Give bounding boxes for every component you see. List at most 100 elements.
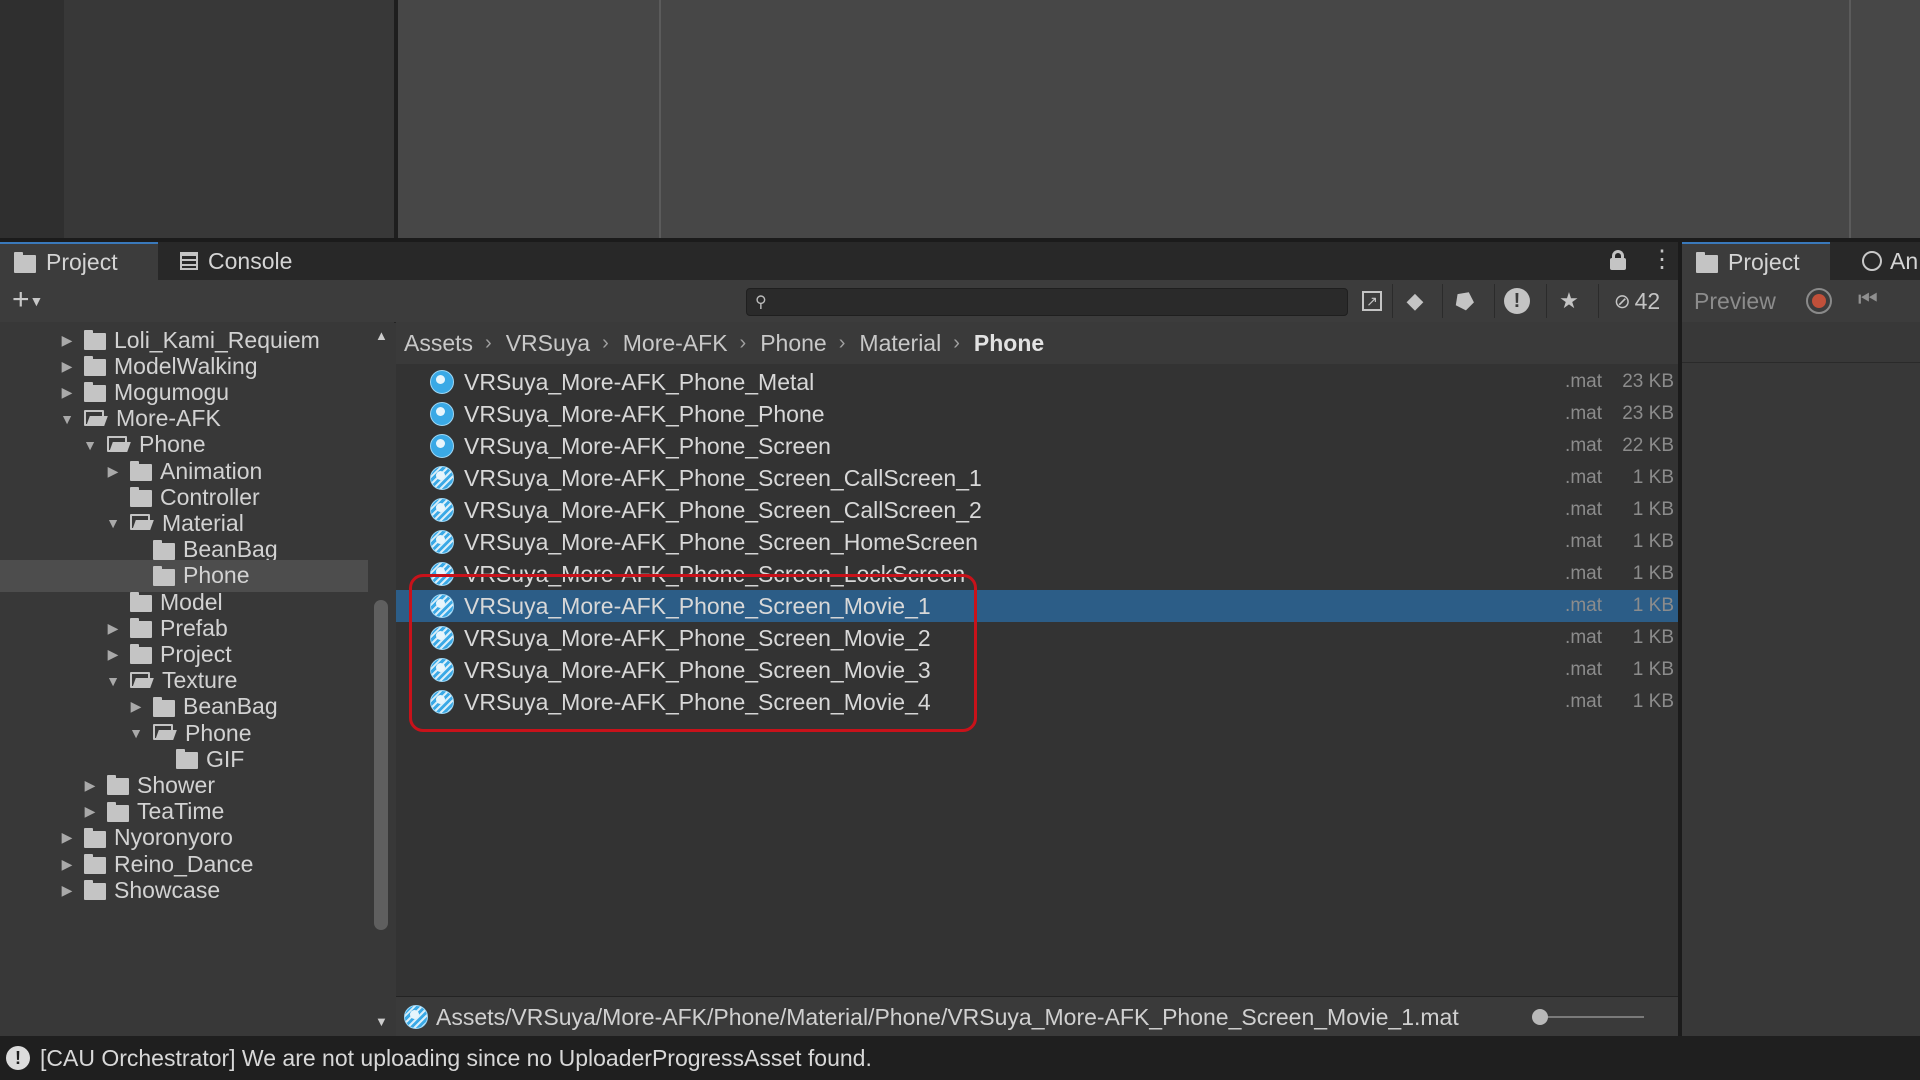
eye-slash-icon: ⊘ (1613, 290, 1631, 313)
asset-extension: .mat (1565, 563, 1602, 584)
asset-name: VRSuya_More-AFK_Phone_Screen_HomeScreen (464, 528, 978, 555)
tab-project[interactable]: Project (0, 242, 158, 280)
scroll-down-arrow-icon[interactable]: ▼ (375, 1014, 388, 1029)
scrollbar-thumb[interactable] (374, 600, 388, 930)
folder-icon (107, 775, 129, 796)
asset-extension: .mat (1565, 627, 1602, 648)
asset-size: 23 KB (1622, 371, 1674, 392)
tab-console[interactable]: Console (172, 242, 292, 280)
expand-arrow-right-icon[interactable]: ▶ (83, 777, 97, 794)
asset-row[interactable]: VRSuya_More-AFK_Phone_Screen_CallScreen_… (396, 494, 1678, 526)
asset-extension: .mat (1565, 531, 1602, 552)
asset-extension: .mat (1565, 467, 1602, 488)
log-filter-button[interactable]: ! (1494, 284, 1539, 318)
expand-arrow-down-icon[interactable]: ▼ (83, 437, 97, 453)
icon-size-slider-thumb[interactable] (1532, 1009, 1548, 1025)
breadcrumb-separator-icon: › (485, 331, 492, 354)
breadcrumb: Assets › VRSuya › More-AFK › Phone › Material › Ph… (396, 322, 1678, 364)
favorites-button[interactable]: ★ (1546, 284, 1591, 318)
asset-row[interactable]: VRSuya_More-AFK_Phone_Screen_CallScreen_… (396, 462, 1678, 494)
expand-arrow-right-icon[interactable]: ▶ (60, 358, 74, 375)
scene-gridline (659, 0, 661, 240)
breadcrumb-item[interactable]: More-AFK (623, 330, 728, 357)
breadcrumb-item[interactable]: VRSuya (506, 330, 590, 357)
expand-arrow-right-icon[interactable]: ▶ (106, 620, 120, 637)
expand-arrow-right-icon[interactable]: ▶ (83, 803, 97, 820)
asset-row[interactable]: VRSuya_More-AFK_Phone_Screen .mat 22 KB (396, 430, 1678, 462)
tab-project-secondary-label: Project (1728, 248, 1800, 275)
console-icon (180, 252, 198, 270)
asset-name: VRSuya_More-AFK_Phone_Screen_CallScreen_… (464, 464, 982, 491)
tree-item[interactable]: ▶ Showcase (0, 874, 368, 906)
kebab-menu-icon[interactable]: ⋮ (1650, 246, 1674, 274)
folder-open-icon (153, 724, 177, 742)
breadcrumb-item[interactable]: Phone (760, 330, 827, 357)
tab-animation[interactable]: An (1858, 242, 1918, 280)
asset-name: VRSuya_More-AFK_Phone_Phone (464, 400, 825, 427)
lock-icon[interactable] (1610, 250, 1626, 270)
asset-row[interactable]: VRSuya_More-AFK_Phone_Screen_HomeScreen.… (396, 526, 1678, 558)
warning-icon: ! (6, 1046, 30, 1070)
breadcrumb-item[interactable]: Phone (974, 330, 1044, 357)
expand-arrow-right-icon[interactable]: ▶ (60, 856, 74, 873)
animation-panel (1682, 322, 1920, 1036)
asset-extension: .mat (1565, 691, 1602, 712)
asset-extension: .mat (1565, 499, 1602, 520)
expand-arrow-down-icon[interactable]: ▼ (106, 515, 120, 531)
breadcrumb-separator-icon: › (602, 331, 609, 354)
folder-icon (84, 827, 106, 848)
record-icon[interactable] (1806, 288, 1832, 314)
breadcrumb-item[interactable]: Assets (404, 330, 473, 357)
scroll-up-arrow-icon[interactable]: ▲ (375, 328, 388, 343)
asset-size: 1 KB (1632, 467, 1674, 488)
status-bar[interactable]: ! [CAU Orchestrator] We are not uploadin… (0, 1036, 1920, 1080)
folder-icon (84, 880, 106, 901)
status-message: [CAU Orchestrator] We are not uploading … (40, 1045, 872, 1071)
breadcrumb-item[interactable]: Material (859, 330, 941, 357)
star-icon: ★ (1559, 288, 1579, 313)
expand-arrow-right-icon[interactable]: ▶ (60, 332, 74, 349)
expand-arrow-right-icon[interactable]: ▶ (106, 646, 120, 663)
expand-arrow-right-icon[interactable]: ▶ (106, 463, 120, 480)
shapes-icon: ◆ (1406, 288, 1424, 313)
folder-icon (1696, 251, 1718, 273)
search-by-scene-button[interactable]: ↗ (1350, 284, 1394, 318)
expand-arrow-down-icon[interactable]: ▼ (129, 725, 143, 741)
tree-scrollbar[interactable]: ▲ ▼ (370, 322, 394, 1036)
hidden-packages-button[interactable]: ⊘ 42 (1598, 284, 1675, 318)
asset-row[interactable]: VRSuya_More-AFK_Phone_Phone .mat 23 KB (396, 398, 1678, 430)
folder-icon (130, 461, 152, 481)
create-dropdown-button[interactable]: +▼ (12, 284, 56, 316)
scene-view[interactable] (398, 0, 1920, 240)
material-icon (430, 530, 454, 554)
expand-arrow-down-icon[interactable]: ▼ (60, 411, 74, 427)
hierarchy-panel (64, 0, 394, 240)
expand-arrow-right-icon[interactable]: ▶ (60, 882, 74, 899)
material-icon (430, 370, 454, 394)
search-by-label-button[interactable]: ⬟ (1442, 284, 1487, 318)
folder-open-icon (84, 409, 108, 428)
material-icon (430, 402, 454, 426)
expand-arrow-right-icon[interactable]: ▶ (129, 698, 143, 715)
preview-button[interactable]: Preview (1694, 288, 1776, 315)
expand-arrow-right-icon[interactable]: ▶ (60, 384, 74, 401)
breadcrumb-separator-icon: › (953, 331, 960, 354)
folder-tree: ▶ Loli_Kami_Requiem ▶ ModelWalking ▶ Mogumogu… (0, 322, 370, 1036)
asset-size: 1 KB (1632, 563, 1674, 584)
asset-name: VRSuya_More-AFK_Phone_Metal (464, 368, 815, 395)
expand-arrow-right-icon[interactable]: ▶ (60, 829, 74, 846)
folder-icon (107, 801, 129, 822)
search-by-type-button[interactable]: ◆ (1392, 284, 1437, 318)
folder-icon (153, 696, 175, 717)
asset-size: 1 KB (1632, 691, 1674, 712)
skip-to-start-icon[interactable]: ⏮ (1858, 286, 1878, 312)
tab-project-secondary[interactable]: Project (1682, 242, 1830, 280)
expand-arrow-down-icon[interactable]: ▼ (106, 673, 120, 689)
folder-open-icon (130, 514, 154, 532)
tab-console-label: Console (208, 247, 293, 274)
search-input[interactable]: ⚲ (746, 288, 1348, 316)
asset-size: 1 KB (1632, 531, 1674, 552)
asset-row[interactable]: VRSuya_More-AFK_Phone_Metal .mat 23 KB (396, 366, 1678, 398)
right-tab-bar: Project An (1682, 242, 1920, 280)
icon-size-slider[interactable] (1536, 1016, 1644, 1018)
